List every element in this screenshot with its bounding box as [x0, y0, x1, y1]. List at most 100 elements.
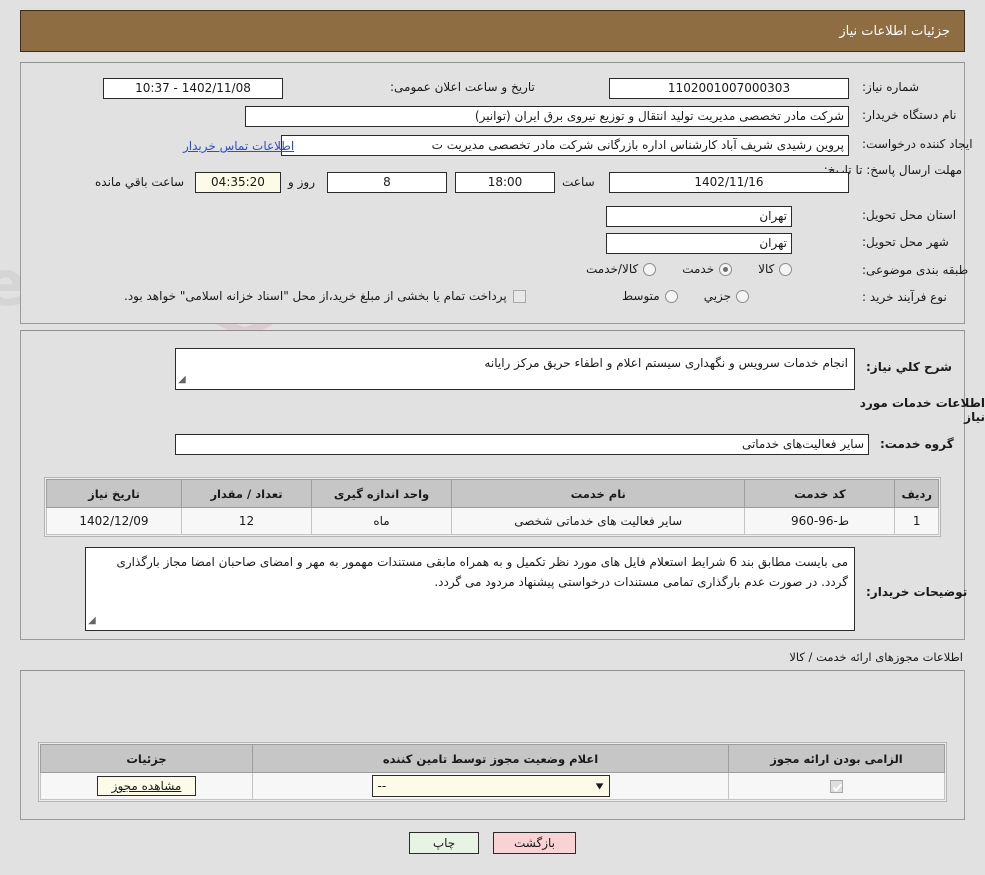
- remaining-time-field: 04:35:20: [195, 172, 281, 193]
- table-row: ▼ -- مشاهده مجوز: [40, 772, 945, 800]
- general-desc-label: شرح كلي نیاز:: [866, 360, 952, 374]
- buyer-contact-link[interactable]: اطلاعات تماس خریدار: [183, 139, 294, 153]
- buyer-org-label-row: نام دستگاه خریدار:: [862, 108, 957, 122]
- permits-table-header-row: الزامی بودن ارائه مجوز اعلام وضعیت مجوز …: [40, 744, 945, 773]
- city-field: تهران: [606, 233, 792, 254]
- category-option-label: کالا: [758, 262, 775, 276]
- buyer-notes-label: توضیحات خریدار:: [866, 585, 968, 599]
- creator-field: پروین رشیدی شریف آباد کارشناس اداره بازر…: [281, 135, 849, 156]
- remaining-days-field: 8: [327, 172, 447, 193]
- col-need-date: تاریخ نیاز: [46, 479, 182, 508]
- city-label-row: شهر محل تحویل:: [862, 235, 949, 249]
- col-permit-required: الزامی بودن ارائه مجوز: [728, 744, 945, 773]
- cell-need-date: 1402/12/09: [46, 507, 182, 535]
- remaining-days-suffix: روز و: [288, 175, 315, 189]
- process-radio-motavaset[interactable]: متوسط: [622, 289, 678, 303]
- category-radio-kala-khedmat[interactable]: کالا/خدمت: [586, 262, 657, 276]
- deadline-hour-label: ساعت: [562, 175, 595, 189]
- radio-circle-icon[interactable]: [664, 289, 678, 303]
- remaining-time-suffix: ساعت باقي مانده: [95, 175, 185, 189]
- category-option-label: خدمت: [682, 262, 715, 276]
- treasury-checkbox-row[interactable]: پرداخت تمام یا بخشی از مبلغ خرید،از محل …: [124, 289, 526, 303]
- cell-row-no: 1: [894, 507, 939, 535]
- back-button[interactable]: بازگشت: [493, 832, 576, 854]
- permit-status-select[interactable]: ▼ --: [371, 775, 610, 797]
- announce-datetime-label-row: تاریخ و ساعت اعلان عمومی:: [390, 80, 535, 94]
- page-root: AriaTender.net جزئیات اطلاعات نیاز شماره…: [0, 0, 985, 875]
- services-heading: اطلاعات خدمات مورد نیاز: [859, 396, 985, 424]
- buyer-notes-value: می بایست مطابق بند 6 شرایط استعلام فایل …: [116, 555, 848, 590]
- resize-grip-icon[interactable]: ◣: [88, 612, 96, 629]
- category-radio-khedmat[interactable]: خدمت: [682, 262, 733, 276]
- permits-table-wrapper: الزامی بودن ارائه مجوز اعلام وضعیت مجوز …: [38, 742, 947, 802]
- announce-datetime-field: 1402/11/08 - 10:37: [103, 78, 283, 99]
- category-label: طبقه بندی موضوعی:: [862, 263, 969, 277]
- page-title: جزئیات اطلاعات نیاز: [839, 23, 950, 39]
- city-label: شهر محل تحویل:: [862, 235, 949, 249]
- province-label: استان محل تحویل:: [862, 208, 957, 222]
- process-label-row: نوع فرآیند خرید :: [862, 290, 947, 304]
- category-radio-kala[interactable]: کالا: [758, 262, 793, 276]
- table-row: 1 ط-96-960 سایر فعالیت های خدماتی شخصی م…: [46, 507, 939, 535]
- cell-permit-status: ▼ --: [252, 772, 729, 800]
- category-radio-group: کالا خدمت کالا/خدمت: [560, 262, 793, 276]
- col-permit-status: اعلام وضعیت مجوز توسط تامین کننده: [252, 744, 729, 773]
- col-permit-details: جزئیات: [40, 744, 253, 773]
- radio-circle-icon[interactable]: [736, 289, 750, 303]
- col-service-code: کد خدمت: [744, 479, 896, 508]
- window-title-bar: جزئیات اطلاعات نیاز: [20, 10, 965, 52]
- process-option-label: جزیي: [703, 289, 732, 303]
- treasury-checkbox-label: پرداخت تمام یا بخشی از مبلغ خرید،از محل …: [124, 289, 507, 303]
- category-option-label: کالا/خدمت: [586, 262, 639, 276]
- permits-caption: اطلاعات مجوزهای ارائه خدمت / کالا: [789, 650, 963, 664]
- general-desc-textarea[interactable]: انجام خدمات سرویس و نگهداری سیستم اعلام …: [175, 348, 855, 390]
- col-unit: واحد اندازه گیری: [311, 479, 452, 508]
- need-number-label-row: شماره نیاز:: [862, 80, 919, 94]
- radio-circle-icon[interactable]: [779, 262, 793, 276]
- view-permit-button[interactable]: مشاهده مجوز: [96, 776, 197, 796]
- permits-table: الزامی بودن ارائه مجوز اعلام وضعیت مجوز …: [40, 744, 945, 800]
- service-group-field: سایر فعالیت‌های خدماتی: [175, 434, 869, 455]
- deadline-label-row: مهلت ارسال پاسخ: تا تاریخ:: [824, 163, 962, 177]
- buyer-notes-textarea[interactable]: می بایست مطابق بند 6 شرایط استعلام فایل …: [85, 547, 855, 631]
- process-option-label: متوسط: [622, 289, 660, 303]
- chevron-down-icon: ▼: [595, 781, 604, 791]
- process-label: نوع فرآیند خرید :: [862, 290, 947, 304]
- province-label-row: استان محل تحویل:: [862, 208, 956, 222]
- col-service-name: نام خدمت: [450, 479, 746, 508]
- cell-quantity: 12: [181, 507, 312, 535]
- services-table: ردیف کد خدمت نام خدمت واحد اندازه گیری ت…: [46, 479, 939, 535]
- creator-label: ایجاد کننده درخواست:: [862, 137, 973, 151]
- cell-service-code: ط-96-960: [744, 507, 896, 535]
- checkbox-checked-disabled-icon: [830, 780, 843, 793]
- resize-grip-icon[interactable]: ◣: [178, 371, 186, 388]
- col-quantity: تعداد / مقدار: [181, 479, 312, 508]
- footer-button-bar: بازگشت چاپ: [0, 832, 985, 854]
- radio-circle-icon[interactable]: [643, 262, 657, 276]
- checkbox-icon[interactable]: [512, 289, 526, 303]
- buyer-org-field: شرکت مادر تخصصی مدیریت تولید انتقال و تو…: [245, 106, 849, 127]
- buyer-org-label: نام دستگاه خریدار:: [862, 108, 957, 122]
- need-summary-panel: [20, 62, 965, 324]
- process-radio-group: جزیي متوسط: [596, 289, 750, 303]
- process-radio-jozi[interactable]: جزیي: [703, 289, 750, 303]
- creator-label-row: ایجاد کننده درخواست:: [862, 137, 973, 151]
- services-table-wrapper: ردیف کد خدمت نام خدمت واحد اندازه گیری ت…: [44, 477, 941, 537]
- general-desc-value: انجام خدمات سرویس و نگهداری سیستم اعلام …: [484, 356, 848, 370]
- announce-datetime-label: تاریخ و ساعت اعلان عمومی:: [390, 80, 535, 94]
- deadline-date-field: 1402/11/16: [609, 172, 849, 193]
- cell-service-name: سایر فعالیت های خدماتی شخصی: [450, 507, 746, 535]
- category-label-row: طبقه بندی موضوعی:: [862, 263, 968, 277]
- cell-permit-required: [728, 772, 945, 800]
- need-number-field: 1102001007000303: [609, 78, 849, 99]
- permit-status-value: --: [377, 779, 387, 793]
- need-number-label: شماره نیاز:: [862, 80, 919, 94]
- deadline-hour-field: 18:00: [455, 172, 555, 193]
- print-button[interactable]: چاپ: [409, 832, 479, 854]
- cell-permit-details: مشاهده مجوز: [40, 772, 253, 800]
- service-group-label: گروه خدمت:: [880, 437, 954, 451]
- services-table-header-row: ردیف کد خدمت نام خدمت واحد اندازه گیری ت…: [46, 479, 939, 508]
- radio-circle-selected-icon[interactable]: [719, 262, 733, 276]
- cell-unit: ماه: [311, 507, 452, 535]
- col-row-no: ردیف: [894, 479, 939, 508]
